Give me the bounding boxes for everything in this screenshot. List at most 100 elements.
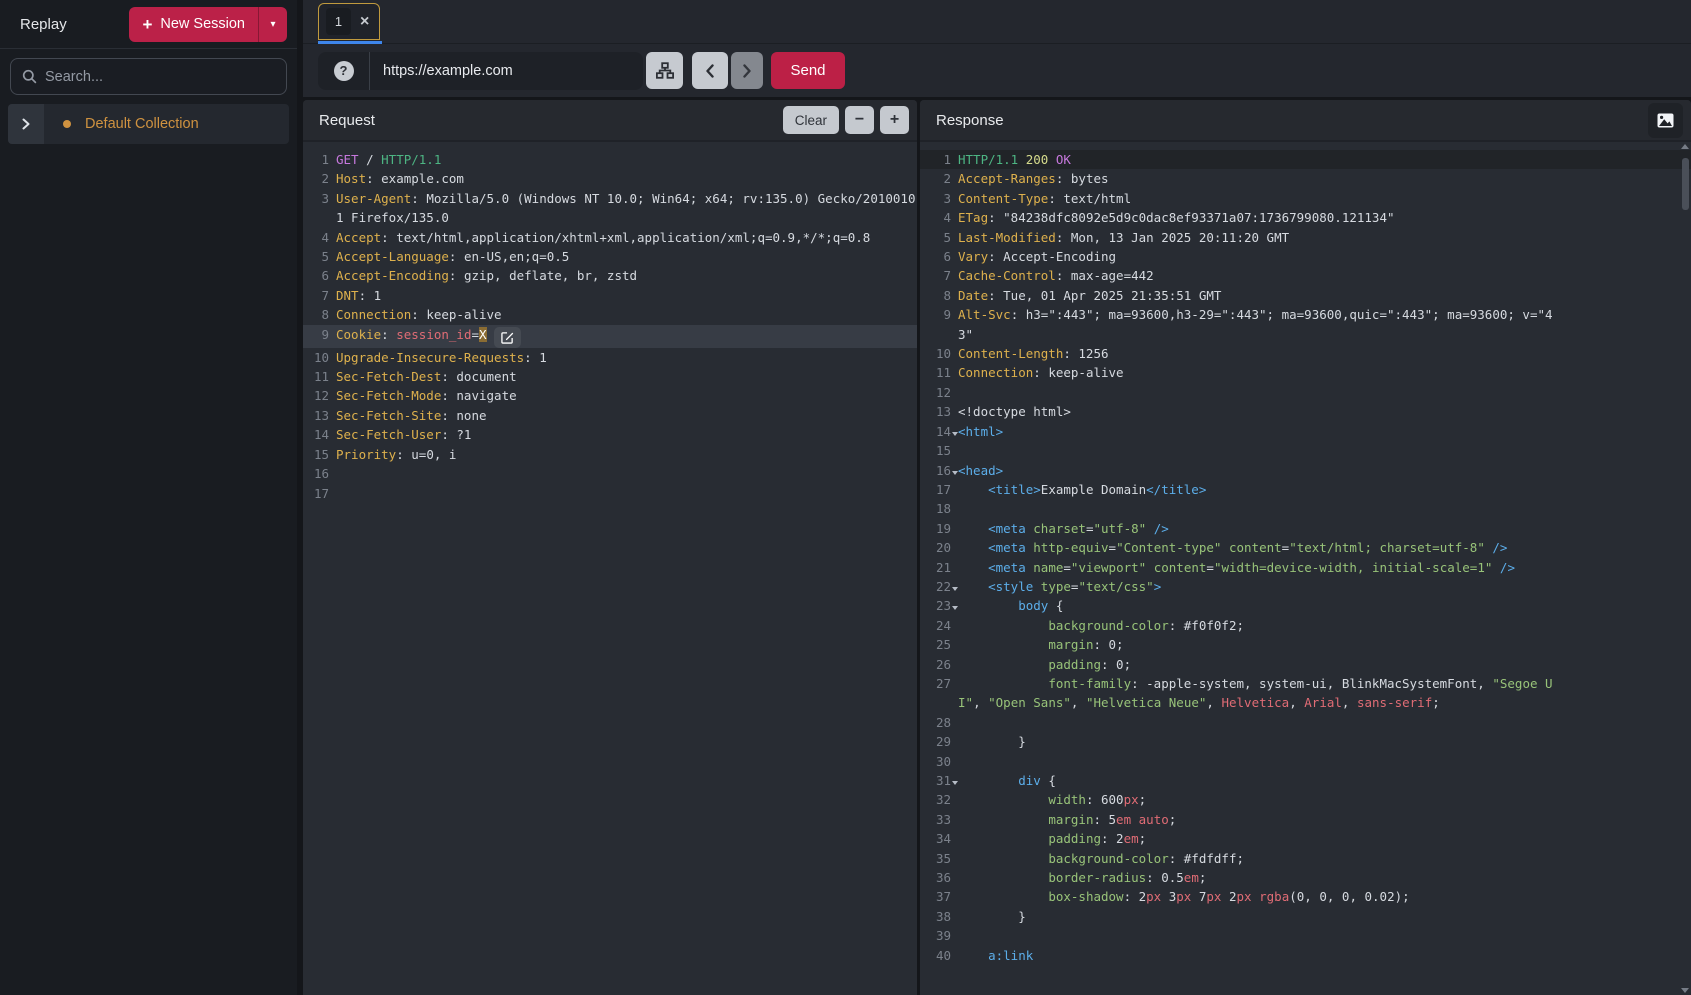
code-line[interactable]: 6Vary: Accept-Encoding bbox=[920, 247, 1691, 266]
send-button[interactable]: Send bbox=[771, 52, 845, 89]
code-line[interactable]: 30 bbox=[920, 752, 1691, 771]
code-line[interactable]: 5Last-Modified: Mon, 13 Jan 2025 20:11:2… bbox=[920, 228, 1691, 247]
fold-toggle-icon[interactable] bbox=[952, 432, 958, 436]
render-preview-button[interactable] bbox=[1648, 103, 1683, 138]
code-line[interactable]: 14<html> bbox=[920, 422, 1691, 441]
collection-expand-button[interactable] bbox=[8, 104, 44, 144]
code-line[interactable]: 6Accept-Encoding: gzip, deflate, br, zst… bbox=[303, 266, 917, 285]
code-line[interactable]: 16<head> bbox=[920, 461, 1691, 480]
line-number: 1 bbox=[920, 150, 958, 169]
code-line[interactable]: 8Date: Tue, 01 Apr 2025 21:35:51 GMT bbox=[920, 286, 1691, 305]
close-icon[interactable]: × bbox=[360, 14, 369, 30]
code-line[interactable]: 32 width: 600px; bbox=[920, 790, 1691, 809]
search-input[interactable]: Search... bbox=[10, 58, 287, 95]
code-line[interactable]: 8Connection: keep-alive bbox=[303, 305, 917, 324]
code-line[interactable]: 29 } bbox=[920, 732, 1691, 751]
font-decrease-button[interactable]: − bbox=[845, 106, 874, 134]
code-line[interactable]: 28 bbox=[920, 713, 1691, 732]
code-line[interactable]: 10Content-Length: 1256 bbox=[920, 344, 1691, 363]
request-editor[interactable]: 1GET / HTTP/1.12Host: example.com3User-A… bbox=[303, 142, 917, 995]
scroll-up-icon[interactable] bbox=[1681, 144, 1689, 149]
code-line-text: HTTP/1.1 200 OK bbox=[958, 150, 1691, 169]
code-line[interactable]: 7Cache-Control: max-age=442 bbox=[920, 266, 1691, 285]
code-line[interactable]: 21 <meta name="viewport" content="width=… bbox=[920, 558, 1691, 577]
help-icon[interactable]: ? bbox=[334, 61, 354, 81]
font-increase-button[interactable]: + bbox=[880, 106, 909, 134]
line-number: 15 bbox=[303, 445, 336, 464]
line-number: 3 bbox=[920, 189, 958, 208]
edit-cookie-button[interactable] bbox=[494, 327, 521, 348]
code-line[interactable]: 3Content-Type: text/html bbox=[920, 189, 1691, 208]
code-line[interactable]: 16 bbox=[303, 464, 917, 483]
code-line[interactable]: 11Connection: keep-alive bbox=[920, 363, 1691, 382]
connection-info-section[interactable]: ? bbox=[318, 52, 370, 90]
code-line[interactable]: 12Sec-Fetch-Mode: navigate bbox=[303, 386, 917, 405]
code-line[interactable]: 5Accept-Language: en-US,en;q=0.5 bbox=[303, 247, 917, 266]
new-session-dropdown-button[interactable]: ▾ bbox=[258, 7, 287, 42]
code-line[interactable]: 36 border-radius: 0.5em; bbox=[920, 868, 1691, 887]
chevron-down-icon: ▾ bbox=[270, 19, 275, 30]
code-line[interactable]: 2Accept-Ranges: bytes bbox=[920, 169, 1691, 188]
code-line[interactable]: 19 <meta charset="utf-8" /> bbox=[920, 519, 1691, 538]
code-line[interactable]: 10Upgrade-Insecure-Requests: 1 bbox=[303, 348, 917, 367]
fold-toggle-icon[interactable] bbox=[952, 587, 958, 591]
response-scrollbar[interactable] bbox=[1680, 144, 1690, 993]
code-line-text: Priority: u=0, i bbox=[336, 445, 917, 464]
code-line[interactable]: 17 bbox=[303, 484, 917, 503]
code-line[interactable]: 39 bbox=[920, 926, 1691, 945]
new-session-main[interactable]: + New Session bbox=[129, 7, 258, 42]
code-line[interactable]: 12 bbox=[920, 383, 1691, 402]
history-back-button[interactable] bbox=[692, 52, 728, 89]
sitemap-button[interactable] bbox=[646, 52, 683, 89]
code-line[interactable]: 2Host: example.com bbox=[303, 169, 917, 188]
code-line[interactable]: 3User-Agent: Mozilla/5.0 (Windows NT 10.… bbox=[303, 189, 917, 228]
code-line[interactable]: 20 <meta http-equiv="Content-type" conte… bbox=[920, 538, 1691, 557]
code-line[interactable]: 14Sec-Fetch-User: ?1 bbox=[303, 425, 917, 444]
code-line[interactable]: 23 body { bbox=[920, 596, 1691, 615]
url-input[interactable]: ? https://example.com bbox=[318, 52, 643, 90]
code-line[interactable]: 35 background-color: #fdfdff; bbox=[920, 849, 1691, 868]
code-line[interactable]: 17 <title>Example Domain</title> bbox=[920, 480, 1691, 499]
fold-toggle-icon[interactable] bbox=[952, 781, 958, 785]
fold-toggle-icon[interactable] bbox=[952, 606, 958, 610]
code-line[interactable]: 9Cookie: session_id=X bbox=[303, 325, 917, 348]
new-session-button[interactable]: + New Session ▾ bbox=[129, 7, 287, 42]
tab-session-1[interactable]: 1 × bbox=[318, 3, 380, 40]
code-line-text bbox=[958, 499, 1691, 518]
code-line[interactable]: 4ETag: "84238dfc8092e5d9c0dac8ef93371a07… bbox=[920, 208, 1691, 227]
code-line[interactable]: 24 background-color: #f0f0f2; bbox=[920, 616, 1691, 635]
response-editor[interactable]: 1HTTP/1.1 200 OK2Accept-Ranges: bytes3Co… bbox=[920, 142, 1691, 995]
code-line[interactable]: 27 font-family: -apple-system, system-ui… bbox=[920, 674, 1691, 713]
clear-button[interactable]: Clear bbox=[783, 106, 839, 134]
code-line[interactable]: 13<!doctype html> bbox=[920, 402, 1691, 421]
code-line[interactable]: 18 bbox=[920, 499, 1691, 518]
code-line[interactable]: 4Accept: text/html,application/xhtml+xml… bbox=[303, 228, 917, 247]
code-line[interactable]: 11Sec-Fetch-Dest: document bbox=[303, 367, 917, 386]
code-line[interactable]: 7DNT: 1 bbox=[303, 286, 917, 305]
history-forward-button[interactable] bbox=[731, 52, 763, 89]
code-line[interactable]: 1GET / HTTP/1.1 bbox=[303, 150, 917, 169]
code-line[interactable]: 13Sec-Fetch-Site: none bbox=[303, 406, 917, 425]
code-line[interactable]: 31 div { bbox=[920, 771, 1691, 790]
code-line-text bbox=[958, 441, 1691, 460]
fold-toggle-icon[interactable] bbox=[952, 471, 958, 475]
code-line[interactable]: 9Alt-Svc: h3=":443"; ma=93600,h3-29=":44… bbox=[920, 305, 1691, 344]
scroll-down-icon[interactable] bbox=[1681, 988, 1689, 993]
code-line[interactable]: 1HTTP/1.1 200 OK bbox=[920, 150, 1691, 169]
chevron-right-icon bbox=[742, 64, 752, 78]
code-line[interactable]: 40 a:link bbox=[920, 946, 1691, 965]
code-line[interactable]: 33 margin: 5em auto; bbox=[920, 810, 1691, 829]
code-line[interactable]: 22 <style type="text/css"> bbox=[920, 577, 1691, 596]
code-line[interactable]: 15 bbox=[920, 441, 1691, 460]
line-number: 35 bbox=[920, 849, 958, 868]
code-line[interactable]: 15Priority: u=0, i bbox=[303, 445, 917, 464]
sidebar-item-default-collection[interactable]: Default Collection bbox=[8, 104, 289, 144]
code-line[interactable]: 26 padding: 0; bbox=[920, 655, 1691, 674]
collection-label: Default Collection bbox=[85, 116, 199, 132]
scrollbar-thumb[interactable] bbox=[1682, 158, 1689, 210]
code-line[interactable]: 25 margin: 0; bbox=[920, 635, 1691, 654]
code-line[interactable]: 34 padding: 2em; bbox=[920, 829, 1691, 848]
code-line[interactable]: 38 } bbox=[920, 907, 1691, 926]
code-line[interactable]: 37 box-shadow: 2px 3px 7px 2px rgba(0, 0… bbox=[920, 887, 1691, 906]
line-number: 24 bbox=[920, 616, 958, 635]
